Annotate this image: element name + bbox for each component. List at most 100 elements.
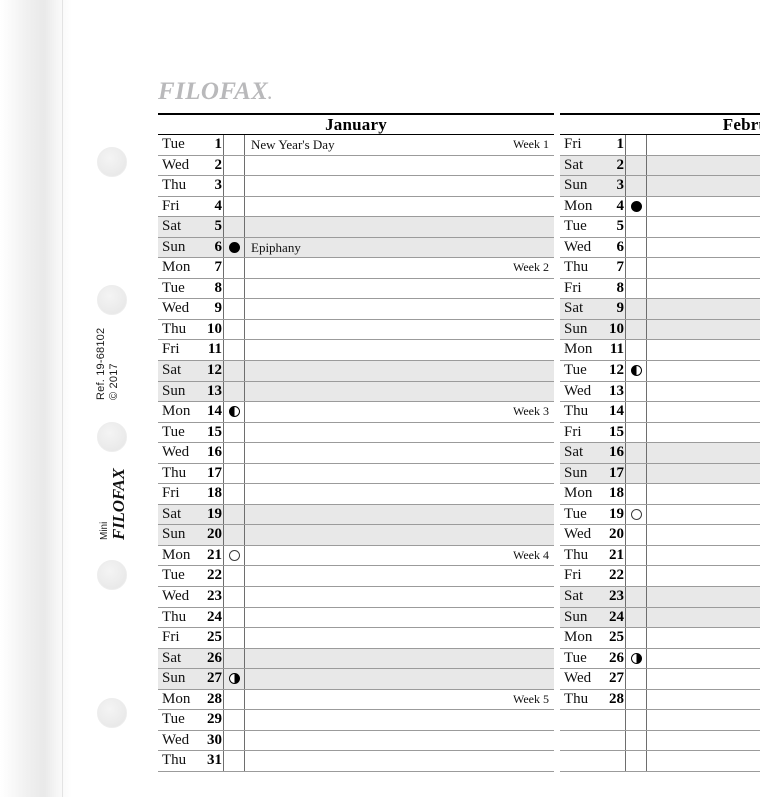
- day-row[interactable]: Fri 8: [560, 278, 760, 300]
- day-row[interactable]: Fri 1: [560, 135, 760, 156]
- day-row[interactable]: Thu 28: [560, 689, 760, 711]
- note-cell[interactable]: [646, 648, 760, 669]
- day-row[interactable]: Mon 21 Week 4: [158, 545, 554, 567]
- note-cell[interactable]: [646, 545, 760, 566]
- note-cell[interactable]: [244, 176, 554, 196]
- note-cell[interactable]: [244, 278, 554, 299]
- day-row[interactable]: Tue 15: [158, 422, 554, 444]
- day-row[interactable]: Thu 7: [560, 258, 760, 279]
- day-row[interactable]: Sun 10: [560, 319, 760, 341]
- note-cell[interactable]: [646, 628, 760, 648]
- note-cell[interactable]: [646, 607, 760, 628]
- note-cell[interactable]: [646, 669, 760, 689]
- day-row[interactable]: Wed 16: [158, 443, 554, 464]
- note-cell[interactable]: [646, 689, 760, 710]
- note-cell[interactable]: [244, 504, 554, 525]
- note-cell[interactable]: [646, 196, 760, 217]
- note-cell[interactable]: [244, 751, 554, 771]
- day-row[interactable]: Thu 14: [560, 402, 760, 423]
- day-row[interactable]: Fri 25: [158, 628, 554, 649]
- day-row[interactable]: Tue 26: [560, 648, 760, 670]
- note-cell[interactable]: Week 2: [244, 258, 554, 278]
- day-row[interactable]: Fri 18: [158, 484, 554, 505]
- note-cell[interactable]: Week 4: [244, 545, 554, 566]
- note-cell[interactable]: [646, 299, 760, 319]
- day-row[interactable]: Sun 6 Epiphany: [158, 237, 554, 259]
- note-cell[interactable]: [646, 751, 760, 771]
- note-cell[interactable]: [646, 319, 760, 340]
- note-cell[interactable]: [646, 278, 760, 299]
- day-row[interactable]: Sat 19: [158, 504, 554, 526]
- note-cell[interactable]: [646, 258, 760, 278]
- note-cell[interactable]: [244, 628, 554, 648]
- note-cell[interactable]: [646, 237, 760, 258]
- note-cell[interactable]: [646, 381, 760, 402]
- note-cell[interactable]: [244, 484, 554, 504]
- note-cell[interactable]: [646, 402, 760, 422]
- day-row[interactable]: Mon 11: [560, 340, 760, 362]
- note-cell[interactable]: [244, 319, 554, 340]
- day-row[interactable]: Sat 2: [560, 155, 760, 177]
- day-row[interactable]: Sat 26: [158, 648, 554, 670]
- note-cell[interactable]: [244, 463, 554, 484]
- day-row[interactable]: Sun 24: [560, 607, 760, 629]
- day-row[interactable]: Wed 2: [158, 155, 554, 177]
- day-row[interactable]: Fri 4: [158, 196, 554, 218]
- note-cell[interactable]: [244, 196, 554, 217]
- day-row[interactable]: Wed 20: [560, 525, 760, 546]
- day-row[interactable]: Sun 17: [560, 463, 760, 485]
- note-cell[interactable]: [244, 566, 554, 587]
- day-row[interactable]: Thu 10: [158, 319, 554, 341]
- note-cell[interactable]: [244, 340, 554, 361]
- day-row[interactable]: [560, 710, 760, 731]
- day-row[interactable]: Sun 13: [158, 381, 554, 403]
- day-row[interactable]: Tue 8: [158, 278, 554, 300]
- day-row[interactable]: Tue 1 Week 1 New Year's Day: [158, 135, 554, 156]
- note-cell[interactable]: [244, 381, 554, 402]
- day-row[interactable]: [560, 730, 760, 752]
- day-row[interactable]: Sun 20: [158, 525, 554, 546]
- note-cell[interactable]: Week 5: [244, 689, 554, 710]
- day-row[interactable]: Sat 9: [560, 299, 760, 320]
- day-row[interactable]: Sun 27: [158, 669, 554, 690]
- day-row[interactable]: Wed 30: [158, 730, 554, 752]
- day-row[interactable]: Wed 23: [158, 587, 554, 608]
- note-cell[interactable]: [646, 176, 760, 196]
- day-row[interactable]: Mon 4: [560, 196, 760, 218]
- note-cell[interactable]: Epiphany: [244, 237, 554, 258]
- day-row[interactable]: Fri 22: [560, 566, 760, 588]
- note-cell[interactable]: [244, 648, 554, 669]
- note-cell[interactable]: [244, 669, 554, 689]
- note-cell[interactable]: [244, 361, 554, 381]
- note-cell[interactable]: Week 3: [244, 402, 554, 422]
- day-row[interactable]: Sat 12: [158, 361, 554, 382]
- note-cell[interactable]: [646, 710, 760, 730]
- day-row[interactable]: Tue 22: [158, 566, 554, 588]
- day-row[interactable]: Wed 13: [560, 381, 760, 403]
- day-row[interactable]: Wed 27: [560, 669, 760, 690]
- day-row[interactable]: Thu 17: [158, 463, 554, 485]
- day-row[interactable]: Sun 3: [560, 176, 760, 197]
- note-cell[interactable]: [646, 525, 760, 545]
- note-cell[interactable]: [244, 155, 554, 176]
- day-row[interactable]: Wed 9: [158, 299, 554, 320]
- day-row[interactable]: [560, 751, 760, 772]
- note-cell[interactable]: [646, 504, 760, 525]
- day-row[interactable]: Mon 7 Week 2: [158, 258, 554, 279]
- note-cell[interactable]: [244, 587, 554, 607]
- day-row[interactable]: Tue 29: [158, 710, 554, 731]
- day-row[interactable]: Mon 25: [560, 628, 760, 649]
- note-cell[interactable]: [646, 566, 760, 587]
- day-row[interactable]: Tue 12: [560, 361, 760, 382]
- day-row[interactable]: Sat 23: [560, 587, 760, 608]
- note-cell[interactable]: [244, 443, 554, 463]
- note-cell[interactable]: [646, 217, 760, 237]
- note-cell[interactable]: [646, 730, 760, 751]
- note-cell[interactable]: [646, 422, 760, 443]
- day-row[interactable]: Mon 28 Week 5: [158, 689, 554, 711]
- day-row[interactable]: Thu 24: [158, 607, 554, 629]
- note-cell[interactable]: [646, 587, 760, 607]
- note-cell[interactable]: [646, 361, 760, 381]
- day-row[interactable]: Wed 6: [560, 237, 760, 259]
- note-cell[interactable]: [244, 422, 554, 443]
